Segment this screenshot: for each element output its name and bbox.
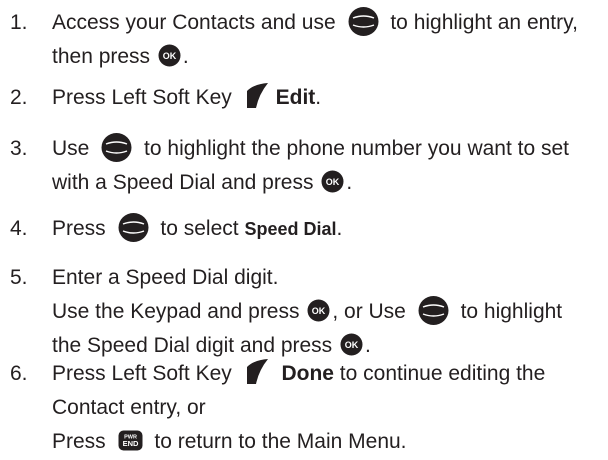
step-text: to continue editing the [339, 362, 546, 385]
step-text: . [365, 334, 371, 357]
ok-key-label: OK [345, 340, 359, 350]
step-text: . [182, 45, 189, 68]
step-number: 4. [10, 217, 28, 240]
step-text: Press [52, 217, 106, 240]
step-text: Use [52, 137, 90, 160]
navigation-key-icon [118, 212, 149, 243]
ok-key-icon: OK [321, 170, 344, 193]
step-number: 5. [10, 266, 28, 289]
soft-key-label: Edit [275, 86, 316, 109]
step-text: . [346, 171, 353, 194]
ok-key-label: OK [326, 177, 340, 187]
step-text: , or Use [332, 300, 406, 323]
step-text: to highlight the phone number you want t… [144, 137, 569, 160]
soft-key-label: Done [281, 362, 334, 385]
step-text: Access your Contacts and use [52, 11, 336, 34]
left-soft-key-icon [244, 358, 270, 385]
step-text: to highlight an entry, [390, 11, 578, 34]
step-text: Press Left Soft Key [52, 86, 232, 109]
step-number: 1. [10, 11, 28, 34]
left-soft-key-icon [244, 82, 270, 109]
ok-key-label: OK [312, 306, 326, 316]
step-text: the Speed Dial digit and press [52, 334, 333, 357]
ok-key-icon: OK [307, 299, 330, 322]
step-text: Press [52, 430, 106, 453]
step-number: 3. [10, 137, 28, 160]
navigation-key-icon [101, 132, 132, 163]
step-text: Press Left Soft Key [52, 362, 232, 385]
step-text: Contact entry, or [52, 396, 206, 419]
ok-key-label: OK [163, 51, 177, 61]
step-number: 6. [10, 362, 28, 385]
step-text: to highlight [460, 300, 563, 323]
step-text: Use the Keypad and press [52, 300, 300, 323]
step-text: to return to the Main Menu. [154, 430, 407, 453]
end-power-key-icon: PWR END [118, 430, 143, 451]
menu-option-label: Speed Dial [244, 219, 337, 239]
ok-key-icon: OK [340, 333, 363, 356]
end-key-bottom-label: END [122, 439, 138, 448]
step-text: with a Speed Dial and press [52, 171, 314, 194]
navigation-key-icon [348, 6, 379, 37]
step-text: . [315, 86, 322, 109]
step-text: Enter a Speed Dial digit. [52, 266, 279, 289]
step-text: then press [52, 45, 151, 68]
ok-key-icon: OK [158, 44, 181, 67]
step-text: . [336, 217, 343, 240]
navigation-key-icon [418, 295, 449, 326]
step-text: to select [160, 217, 239, 240]
step-number: 2. [10, 86, 28, 109]
